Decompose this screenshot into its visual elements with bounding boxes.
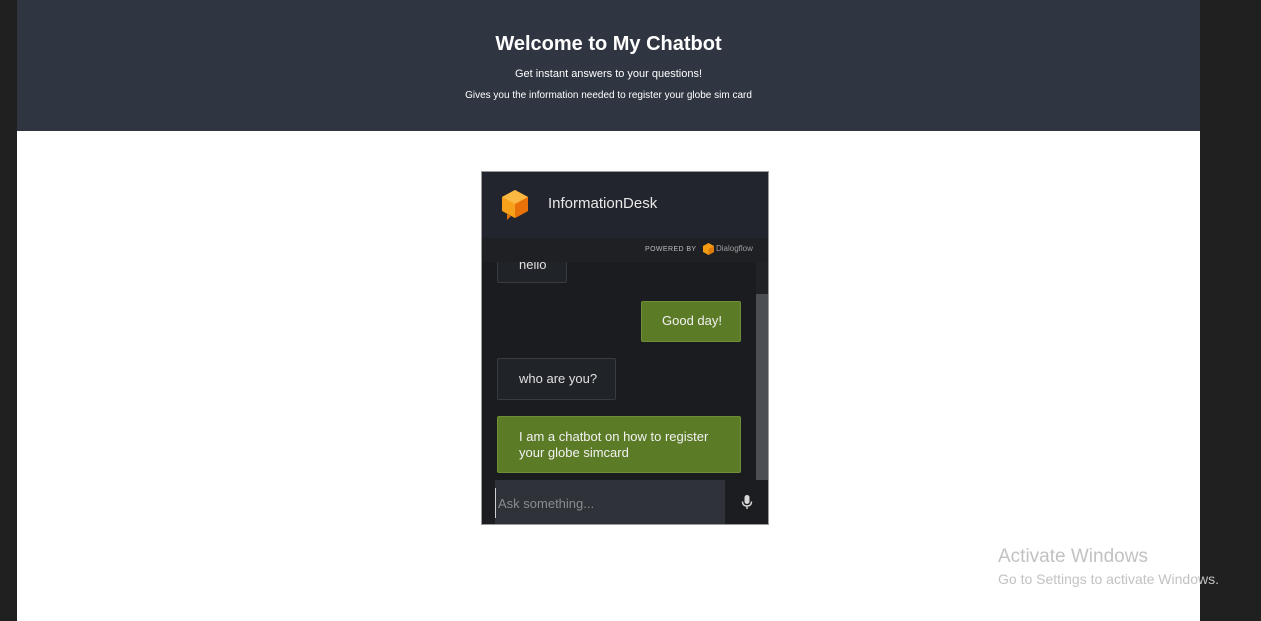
scrollbar-thumb[interactable] (756, 294, 768, 480)
dialogflow-cube-icon (502, 190, 528, 220)
chat-widget: InformationDesk POWERED BY Dialogflow he… (481, 171, 769, 525)
message-list: hello Good day! who are you? I am a chat… (482, 262, 756, 480)
bot-message: who are you? (497, 358, 616, 400)
activate-windows-hint: Go to Settings to activate Windows. (998, 571, 1219, 587)
chat-input-bar (482, 480, 768, 524)
message-text: I am a chatbot on how to register your g… (519, 429, 709, 460)
page-title: Welcome to My Chatbot (495, 33, 722, 55)
mic-button[interactable] (725, 480, 768, 524)
user-message: Good day! (641, 301, 741, 342)
chat-input[interactable] (495, 488, 725, 518)
user-message: I am a chatbot on how to register your g… (497, 416, 741, 473)
activate-windows-title: Activate Windows (998, 546, 1148, 567)
agent-name: InformationDesk (548, 195, 658, 212)
dialogflow-logo-icon (703, 243, 714, 255)
bot-message: hello (497, 262, 567, 283)
powered-by-label: POWERED BY (645, 246, 697, 253)
page-subtitle: Get instant answers to your questions! (514, 68, 703, 80)
input-left-edge (482, 480, 495, 524)
message-text: who are you? (519, 371, 598, 386)
microphone-icon (741, 495, 753, 509)
chat-header: InformationDesk (482, 172, 768, 238)
message-text: hello (519, 262, 547, 272)
dialogflow-brand: Dialogflow (716, 244, 753, 253)
message-text: Good day! (662, 313, 722, 328)
header-banner: Welcome to My Chatbot Get instant answer… (17, 0, 1200, 131)
page-description: Gives you the information needed to regi… (465, 90, 752, 101)
powered-by-bar: POWERED BY Dialogflow (482, 238, 768, 262)
page: Welcome to My Chatbot Get instant answer… (17, 0, 1200, 621)
